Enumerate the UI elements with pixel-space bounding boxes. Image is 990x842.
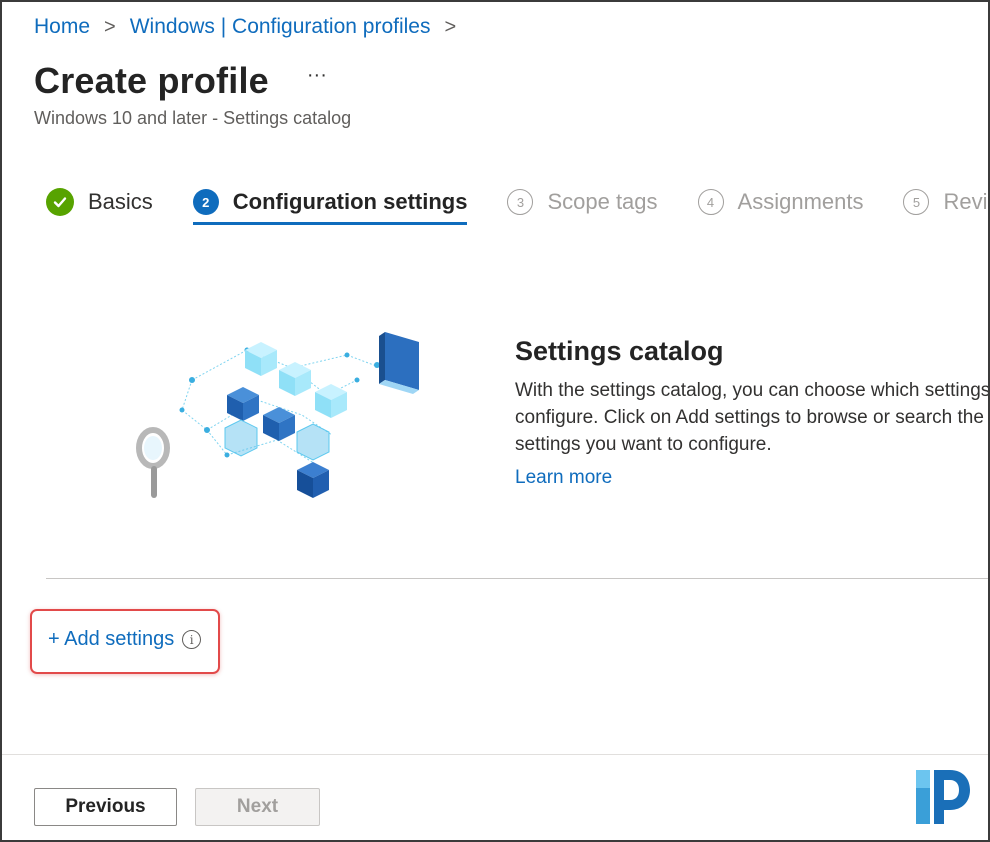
step-scope-tags[interactable]: 3 Scope tags (507, 189, 658, 225)
breadcrumb-home[interactable]: Home (34, 15, 90, 39)
step-number: 3 (507, 189, 534, 215)
breadcrumb: Home > Windows | Configuration profiles … (34, 15, 470, 39)
check-circle-icon (46, 188, 74, 216)
step-label: Basics (88, 189, 153, 214)
catalog-description-line: With the settings catalog, you can choos… (515, 380, 990, 401)
divider (46, 578, 988, 579)
wizard-steps: Basics 2 Configuration settings 3 Scope … (46, 188, 988, 226)
breadcrumb-configuration-profiles[interactable]: Windows | Configuration profiles (130, 15, 431, 39)
learn-more-link[interactable]: Learn more (515, 467, 612, 489)
step-number: 5 (903, 189, 930, 215)
step-configuration-settings[interactable]: 2 Configuration settings (192, 189, 468, 225)
step-label: Review + create (943, 189, 988, 214)
chevron-right-icon: > (444, 15, 457, 38)
catalog-title: Settings catalog (515, 336, 724, 366)
step-assignments[interactable]: 4 Assignments (697, 189, 864, 225)
brand-logo (916, 770, 970, 824)
add-settings-label: + Add settings (48, 628, 175, 650)
step-label: Scope tags (547, 189, 658, 214)
title-row: Create profile ··· (34, 60, 327, 102)
step-number: 2 (192, 189, 219, 215)
step-number: 4 (697, 189, 724, 215)
settings-catalog-illustration (136, 332, 419, 498)
next-button[interactable]: Next (195, 788, 320, 826)
footer-divider (2, 754, 988, 755)
add-settings-link[interactable]: + Add settings i (48, 628, 202, 651)
step-label: Assignments (737, 189, 864, 214)
page-subtitle: Windows 10 and later - Settings catalog (34, 108, 352, 128)
step-review-create[interactable]: 5 Review + create (903, 189, 988, 225)
chevron-right-icon: > (104, 15, 116, 38)
step-label: Configuration settings (232, 189, 468, 214)
more-options-icon[interactable]: ··· (307, 64, 327, 87)
info-icon[interactable]: i (182, 630, 202, 649)
previous-button[interactable]: Previous (34, 788, 177, 826)
step-basics[interactable]: Basics (46, 188, 153, 226)
catalog-description-line: settings you want to configure. (515, 434, 772, 455)
catalog-description-line: configure. Click on Add settings to brow… (515, 407, 988, 428)
app-window: Home > Windows | Configuration profiles … (0, 0, 990, 842)
catalog-description: With the settings catalog, you can choos… (515, 377, 990, 458)
settings-catalog-panel: Settings catalog With the settings catal… (515, 336, 990, 489)
page-title: Create profile (34, 60, 269, 101)
